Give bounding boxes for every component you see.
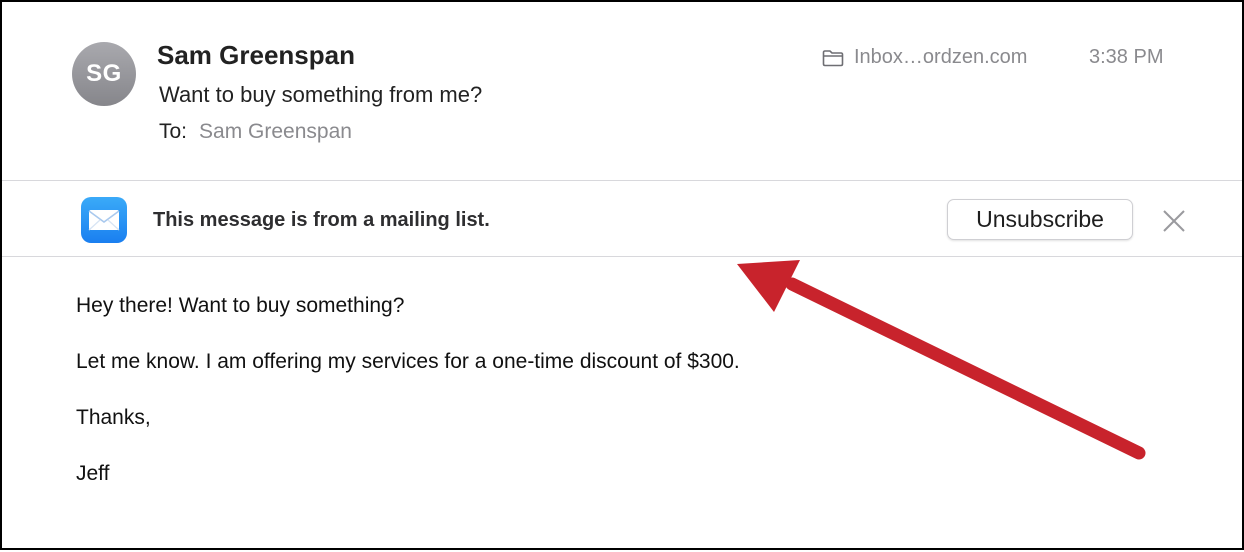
body-line: Jeff [76, 462, 110, 485]
mailbox-location[interactable]: Inbox…ordzen.com [822, 46, 1027, 69]
close-icon[interactable] [1161, 208, 1187, 234]
body-line: Thanks, [76, 406, 151, 429]
recipient-name[interactable]: Sam Greenspan [199, 120, 352, 143]
unsubscribe-button[interactable]: Unsubscribe [947, 199, 1133, 240]
body-line: Let me know. I am offering my services f… [76, 350, 740, 373]
mailing-list-notice: This message is from a mailing list. [153, 209, 490, 231]
sender-name[interactable]: Sam Greenspan [157, 40, 355, 71]
body-line: Hey there! Want to buy something? [76, 294, 405, 317]
mail-envelope-icon [81, 197, 127, 243]
banner-divider [2, 256, 1242, 257]
email-window: SG Sam Greenspan Want to buy something f… [0, 0, 1244, 550]
message-header: SG Sam Greenspan Want to buy something f… [2, 2, 1242, 180]
message-body: Hey there! Want to buy something? Let me… [76, 292, 740, 516]
avatar[interactable]: SG [72, 42, 136, 106]
folder-icon [822, 49, 844, 66]
to-label: To: [159, 120, 188, 143]
timestamp: 3:38 PM [1089, 46, 1164, 68]
recipient-row: To: Sam Greenspan [159, 120, 352, 144]
subject-line: Want to buy something from me? [159, 82, 483, 107]
mailbox-label: Inbox…ordzen.com [854, 46, 1028, 68]
mailing-list-banner: This message is from a mailing list. Uns… [2, 181, 1242, 257]
